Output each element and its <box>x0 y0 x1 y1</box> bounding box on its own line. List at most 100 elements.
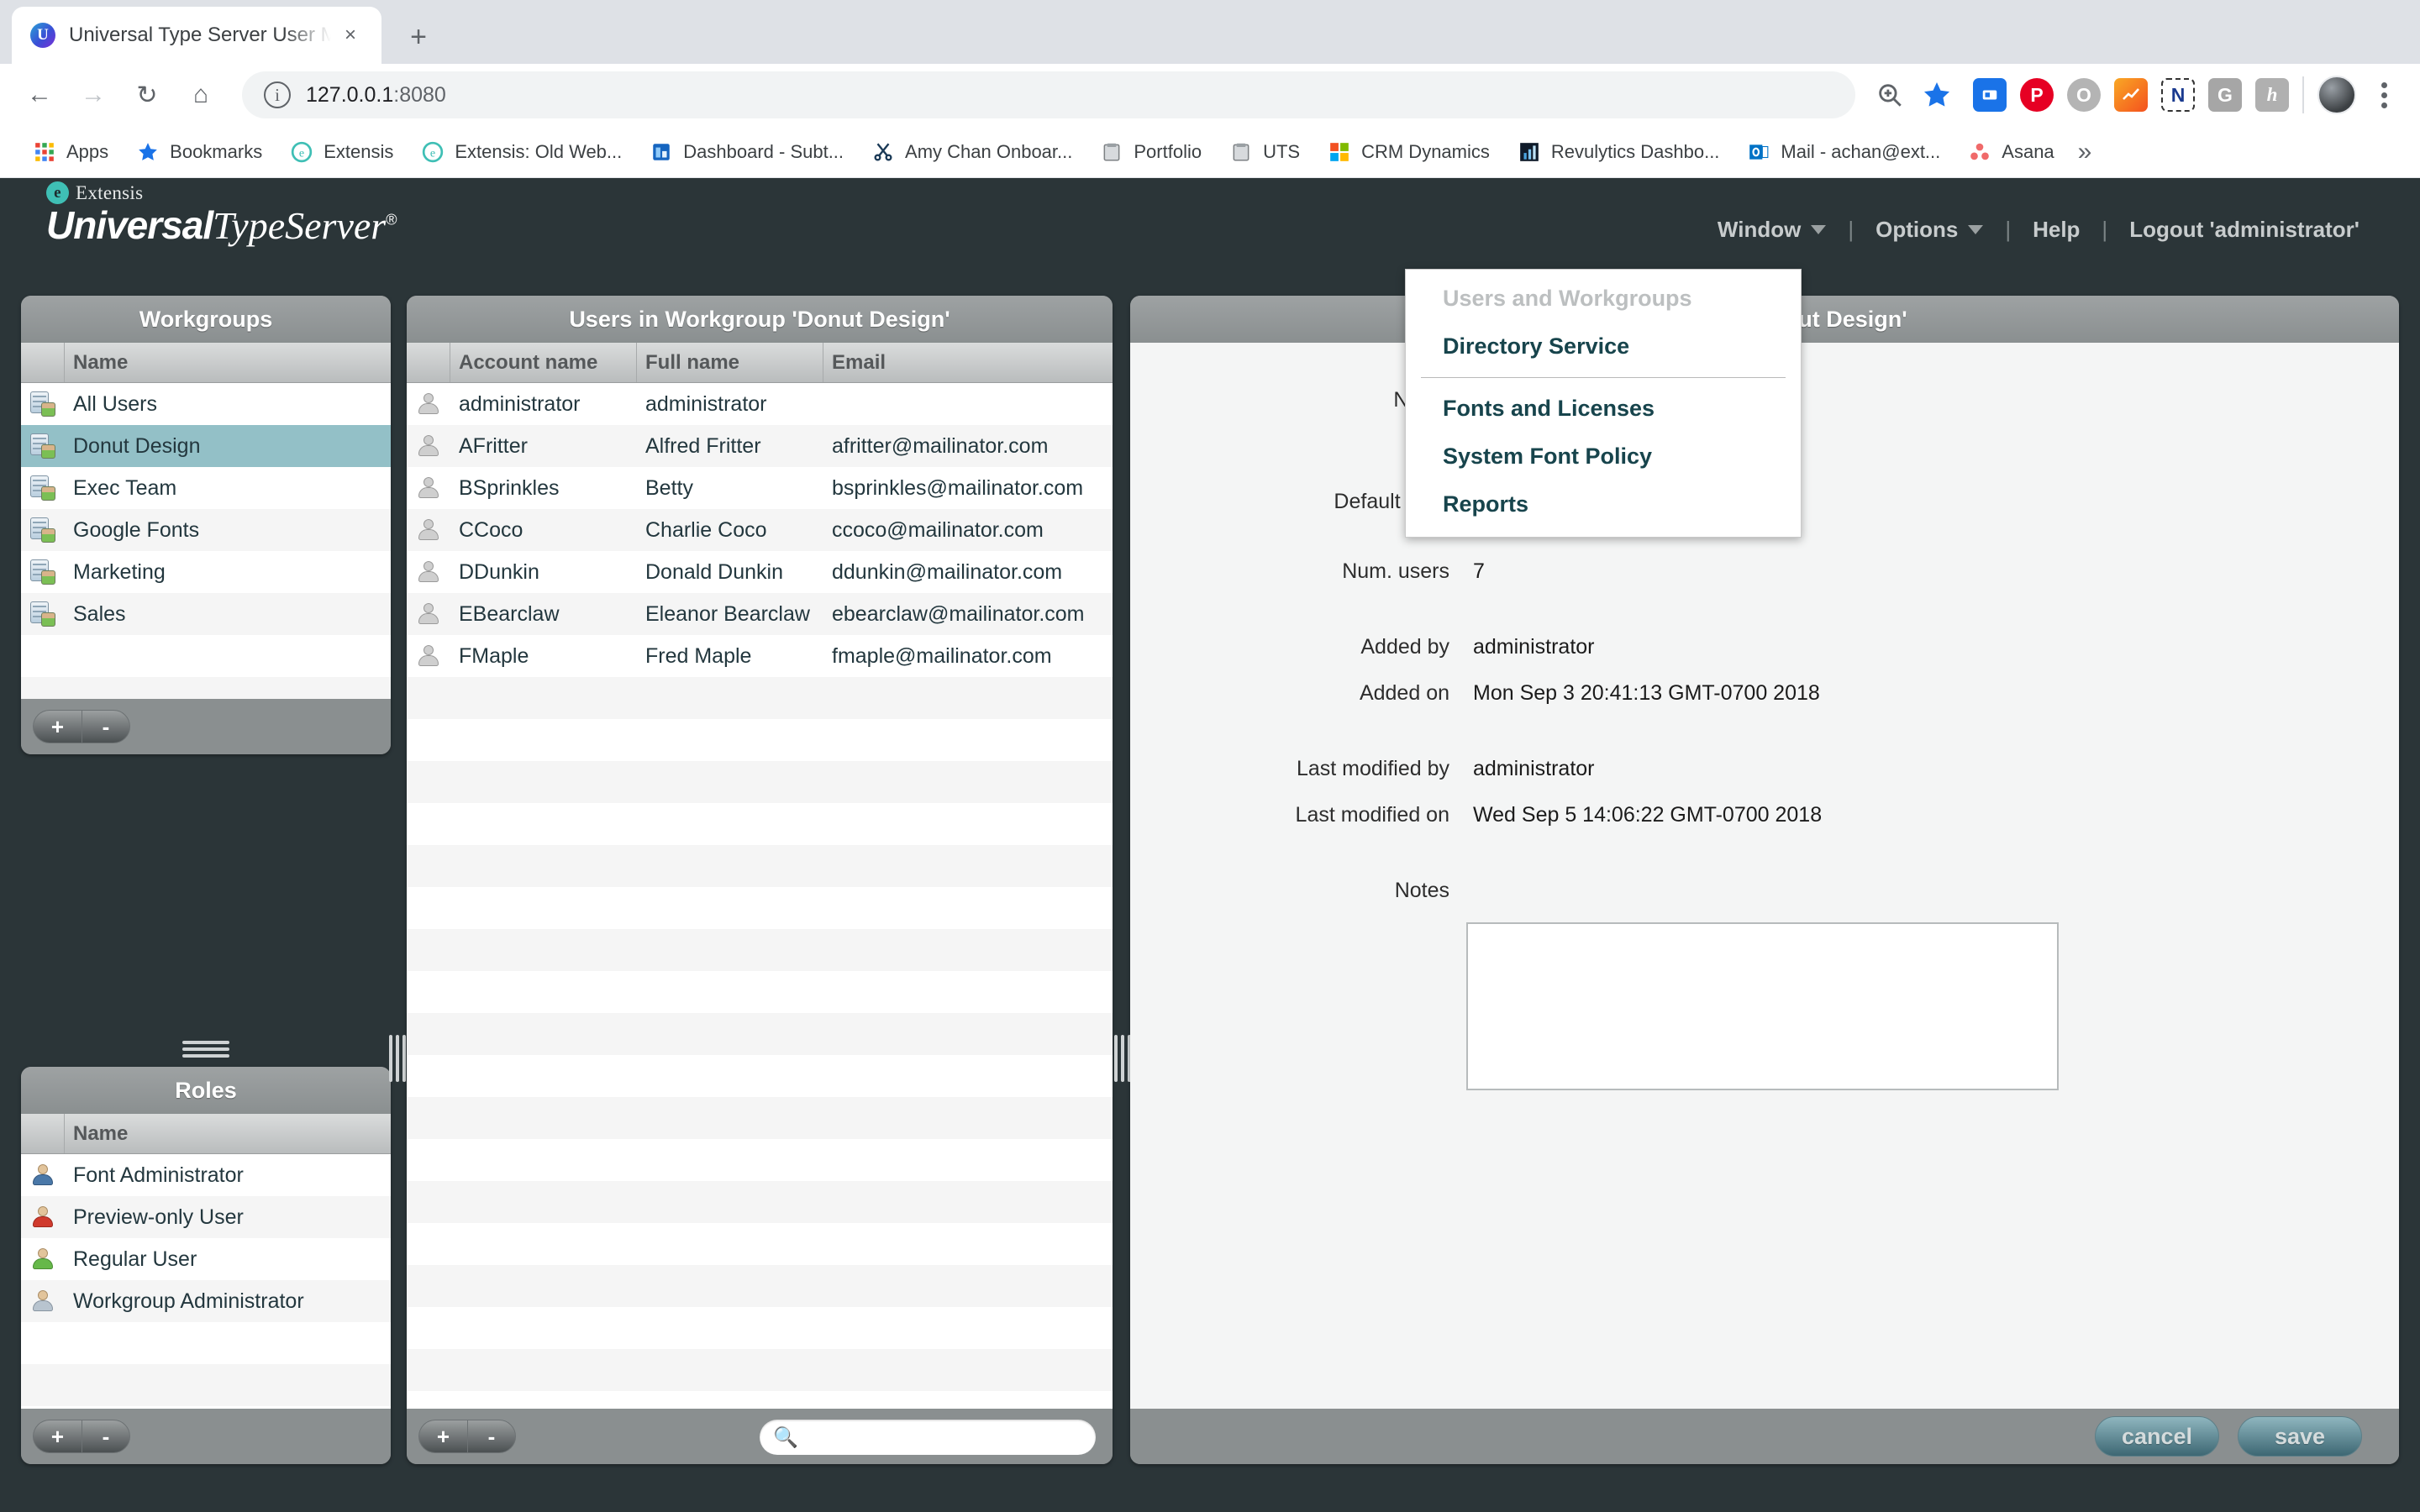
table-row[interactable]: administrator administrator <box>407 383 1113 425</box>
bookmarks-overflow-icon[interactable]: » <box>2068 138 2102 166</box>
star-icon <box>135 139 160 165</box>
analytics-icon[interactable] <box>2114 78 2148 112</box>
browser-tab[interactable]: U Universal Type Server User Ma × <box>12 7 381 64</box>
zoom-in-icon[interactable] <box>1867 72 1912 118</box>
bookmark-extensis-old-web[interactable]: e Extensis: Old Web... <box>407 132 635 172</box>
empty-row <box>407 1391 1113 1409</box>
nimbus-n-icon[interactable]: N <box>2161 78 2195 112</box>
bookmark-amy-chan-onboarding[interactable]: Amy Chan Onboar... <box>857 132 1086 172</box>
roles-panel: Roles Name Font Administrator Preview-on… <box>21 1067 391 1464</box>
browser-menu-icon[interactable] <box>2365 76 2403 114</box>
bookmark-crm-dynamics[interactable]: CRM Dynamics <box>1313 132 1503 172</box>
grammarly-g-icon[interactable]: G <box>2208 78 2242 112</box>
menu-help[interactable]: Help <box>2014 210 2098 249</box>
role-name: Preview-only User <box>73 1205 244 1229</box>
list-item[interactable]: Google Fonts <box>21 509 391 551</box>
list-item[interactable]: All Users <box>21 383 391 425</box>
notes-textarea[interactable] <box>1466 922 2059 1090</box>
added-by-value: administrator <box>1473 635 1595 659</box>
menu-item-fonts-and-licenses[interactable]: Fonts and Licenses <box>1406 385 1801 433</box>
add-workgroup-button[interactable]: + <box>33 710 82 743</box>
bookmark-mail-outlook[interactable]: Mail - achan@ext... <box>1733 132 1954 172</box>
chevron-down-icon <box>1811 225 1827 234</box>
bookmark-label: CRM Dynamics <box>1361 140 1490 162</box>
list-item[interactable]: Workgroup Administrator <box>21 1280 391 1322</box>
workgroup-name: Donut Design <box>73 433 201 458</box>
list-item[interactable]: Sales <box>21 593 391 635</box>
menu-window[interactable]: Window <box>1699 210 1844 249</box>
blue-card-icon[interactable] <box>1973 78 2007 112</box>
table-row[interactable]: FMaple Fred Maple fmaple@mailinator.com <box>407 635 1113 677</box>
workgroup-icon <box>21 391 65 417</box>
bookmark-uts[interactable]: UTS <box>1215 132 1313 172</box>
list-item[interactable]: Font Administrator <box>21 1154 391 1196</box>
forward-icon[interactable]: → <box>71 72 116 118</box>
account-name-header[interactable]: Account name <box>450 343 637 382</box>
notes-label-row: Notes <box>1130 879 2239 903</box>
table-row[interactable]: CCoco Charlie Coco ccoco@mailinator.com <box>407 509 1113 551</box>
folder-icon <box>1099 139 1124 165</box>
workgroup-name: All Users <box>73 391 158 416</box>
bookmark-portfolio[interactable]: Portfolio <box>1086 132 1215 172</box>
bookmark-apps[interactable]: Apps <box>18 132 122 172</box>
list-item[interactable]: Regular User <box>21 1238 391 1280</box>
bookmarks-bar: Apps Bookmarks e Extensis e Extensis: Ol… <box>0 126 2420 178</box>
home-icon[interactable]: ⌂ <box>178 72 224 118</box>
bookmark-star-icon[interactable] <box>1914 72 1960 118</box>
search-input[interactable] <box>804 1425 1082 1449</box>
extensis-logo: e Extensis UniversalTypeServer® <box>46 181 397 248</box>
list-item[interactable]: Preview-only User <box>21 1196 391 1238</box>
menu-options[interactable]: Options <box>1857 210 2002 249</box>
user-full-name: Eleanor Bearclaw <box>645 601 810 626</box>
menu-item-users-and-workgroups[interactable]: Users and Workgroups <box>1406 275 1801 323</box>
bookmark-dashboard[interactable]: Dashboard - Subt... <box>635 132 857 172</box>
pinterest-icon[interactable]: P <box>2020 78 2054 112</box>
user-account-name: BSprinkles <box>459 475 560 500</box>
bookmark-asana[interactable]: Asana <box>1954 132 2067 172</box>
menu-item-system-font-policy[interactable]: System Font Policy <box>1406 433 1801 480</box>
full-name-header[interactable]: Full name <box>637 343 823 382</box>
avatar[interactable] <box>2317 76 2356 114</box>
back-icon[interactable]: ← <box>17 72 62 118</box>
list-item[interactable]: Marketing <box>21 551 391 593</box>
menu-window-label: Window <box>1717 217 1802 242</box>
bookmark-extensis[interactable]: e Extensis <box>276 132 407 172</box>
remove-role-button[interactable]: - <box>82 1420 130 1453</box>
menu-item-reports[interactable]: Reports <box>1406 480 1801 528</box>
num-users-label: Num. users <box>1342 559 1449 583</box>
list-item[interactable]: Donut Design <box>21 425 391 467</box>
left-vertical-splitter[interactable] <box>388 1035 407 1082</box>
close-icon[interactable]: × <box>338 23 363 48</box>
workgroups-table-head: Name <box>21 343 391 383</box>
reload-icon[interactable]: ↻ <box>124 72 170 118</box>
apps-grid-icon <box>32 139 57 165</box>
site-info-icon[interactable]: i <box>264 81 291 108</box>
email-header[interactable]: Email <box>823 343 1113 382</box>
user-full-name: Fred Maple <box>645 643 752 668</box>
save-button[interactable]: save <box>2238 1416 2362 1457</box>
cancel-button[interactable]: cancel <box>2095 1416 2219 1457</box>
product-universal: Universal <box>46 203 213 247</box>
table-row[interactable]: DDunkin Donald Dunkin ddunkin@mailinator… <box>407 551 1113 593</box>
menu-logout[interactable]: Logout 'administrator' <box>2111 210 2378 249</box>
bookmark-revulytics-dashboard[interactable]: Revulytics Dashbo... <box>1503 132 1733 172</box>
opera-icon[interactable]: O <box>2067 78 2101 112</box>
bookmark-label: Portfolio <box>1134 140 1202 162</box>
new-tab-button[interactable]: + <box>397 15 440 59</box>
table-row[interactable]: BSprinkles Betty bsprinkles@mailinator.c… <box>407 467 1113 509</box>
menu-item-directory-service[interactable]: Directory Service <box>1406 323 1801 370</box>
add-user-button[interactable]: + <box>418 1420 467 1453</box>
workgroups-roles-splitter[interactable] <box>182 1040 229 1058</box>
table-row[interactable]: AFritter Alfred Fritter afritter@mailina… <box>407 425 1113 467</box>
right-vertical-splitter[interactable] <box>1113 1035 1132 1082</box>
address-bar[interactable]: i 127.0.0.1:8080 <box>242 71 1855 118</box>
remove-workgroup-button[interactable]: - <box>82 710 130 743</box>
table-row[interactable]: EBearclaw Eleanor Bearclaw ebearclaw@mai… <box>407 593 1113 635</box>
honey-h-icon[interactable]: h <box>2255 78 2289 112</box>
tab-title: Universal Type Server User Ma <box>69 24 331 46</box>
remove-user-button[interactable]: - <box>467 1420 516 1453</box>
add-role-button[interactable]: + <box>33 1420 82 1453</box>
list-item[interactable]: Exec Team <box>21 467 391 509</box>
user-search-box[interactable]: 🔍 <box>760 1420 1096 1455</box>
bookmark-bookmarks[interactable]: Bookmarks <box>122 132 276 172</box>
